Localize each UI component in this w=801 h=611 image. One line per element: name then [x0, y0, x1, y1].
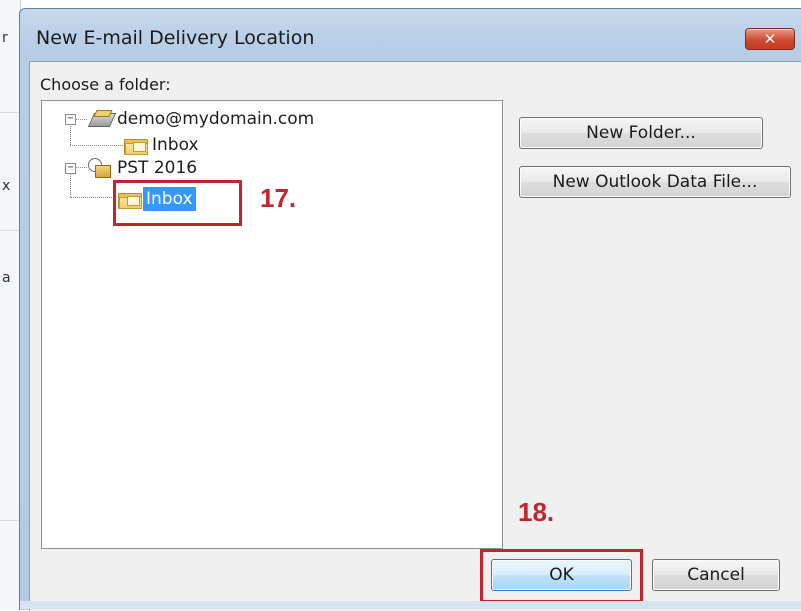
background-separator — [0, 112, 20, 113]
step-17-label: 17. — [260, 183, 297, 213]
new-email-delivery-location-dialog: New E-mail Delivery Location ✕ Choose a … — [19, 8, 801, 611]
account-icon — [87, 110, 117, 128]
background-text-fragment: a — [2, 270, 11, 286]
tree-item-account[interactable]: − demo@mydomain.com — [60, 107, 380, 131]
background-text-fragment: x — [2, 178, 11, 194]
new-folder-button[interactable]: New Folder... — [519, 117, 763, 149]
tree-item-label: Inbox — [152, 135, 199, 155]
tree-connector — [70, 145, 123, 146]
collapse-toggle-icon[interactable]: − — [65, 163, 76, 174]
close-button[interactable]: ✕ — [745, 28, 795, 50]
choose-folder-label: Choose a folder: — [40, 75, 171, 94]
tree-connector — [70, 197, 114, 198]
ok-button[interactable]: OK — [491, 559, 632, 591]
collapse-toggle-icon[interactable]: − — [65, 114, 76, 125]
dialog-title: New E-mail Delivery Location — [36, 27, 315, 49]
folder-tree[interactable]: − demo@mydomain.com Inbox − PST 2016 Inb… — [41, 100, 503, 549]
inbox-folder-icon — [124, 137, 148, 155]
background-window-bottom — [20, 601, 801, 609]
dialog-client-area: Choose a folder: − demo@mydomain.com Inb… — [29, 61, 801, 611]
background-separator — [0, 520, 20, 521]
background-text-fragment: r — [2, 30, 8, 46]
step-17-highlight-box — [113, 180, 242, 226]
pst-data-file-icon — [88, 158, 111, 178]
tree-item-pst-2016[interactable]: − PST 2016 — [60, 156, 260, 180]
cancel-button[interactable]: Cancel — [652, 559, 780, 591]
tree-item-label: PST 2016 — [117, 158, 198, 178]
background-separator — [0, 230, 20, 231]
background-window-strip: r x a — [0, 0, 21, 609]
tree-item-inbox[interactable]: Inbox — [122, 133, 242, 157]
tree-item-label: demo@mydomain.com — [117, 109, 315, 129]
close-icon: ✕ — [763, 30, 777, 48]
step-18-label: 18. — [518, 497, 555, 527]
new-outlook-data-file-button[interactable]: New Outlook Data File... — [519, 166, 791, 198]
